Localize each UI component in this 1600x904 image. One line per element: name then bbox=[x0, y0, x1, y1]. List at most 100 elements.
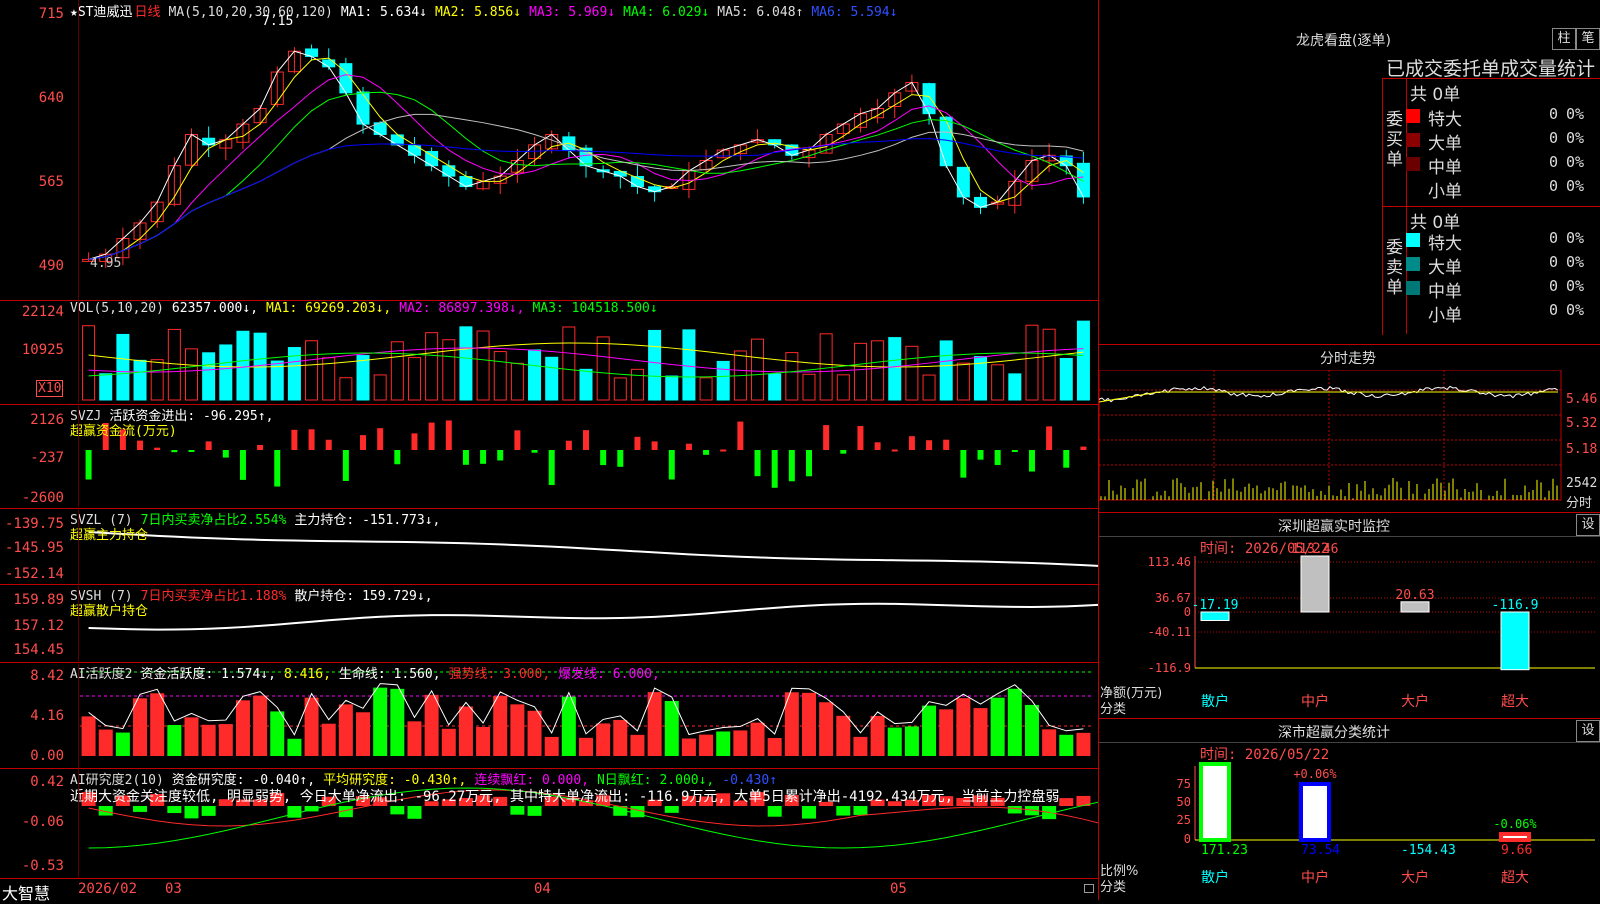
volume-bar bbox=[1025, 324, 1039, 401]
volume-bar bbox=[510, 362, 524, 401]
minute-tick: 5.46 bbox=[1566, 392, 1598, 407]
flow-bar bbox=[668, 450, 675, 480]
volume-bar bbox=[905, 345, 919, 401]
activity-bar bbox=[733, 730, 748, 756]
activity-bar bbox=[1007, 688, 1022, 756]
monitor-bar bbox=[1300, 555, 1330, 613]
research-bar bbox=[184, 806, 199, 819]
monitor-value-label: -116.9 bbox=[1492, 598, 1539, 613]
class-category: 超大 bbox=[1501, 870, 1529, 886]
row-pct: 0% bbox=[1566, 277, 1585, 295]
sell-swatch-icon bbox=[1406, 233, 1420, 247]
flow-bar bbox=[85, 450, 92, 480]
class-bar bbox=[1299, 782, 1331, 842]
kline-header: ★ST迪威迅 日线 MA(5,10,20,30,60,120) MA1: 5.634↓… bbox=[70, 1, 905, 20]
flow-bar bbox=[874, 442, 881, 450]
lock-icon[interactable] bbox=[1084, 884, 1094, 893]
candle-body bbox=[939, 116, 953, 167]
longhu-subtitle: 已成交委托单成交量统计 bbox=[1386, 58, 1596, 80]
bar-mode-button[interactable]: 柱 bbox=[1552, 28, 1576, 50]
stock-name[interactable]: ★ST迪威迅 bbox=[70, 5, 132, 20]
monitor-title: 深圳超赢实时监控 bbox=[1278, 519, 1390, 535]
vol-ma3: MA3: 104518.500↓ bbox=[532, 301, 658, 316]
svsh-tick: 154.45 bbox=[13, 642, 64, 658]
activity-bar bbox=[801, 692, 816, 756]
svsh-panel[interactable]: 159.89 157.12 154.45 SVSH (7) 7日内买卖净占比1.1… bbox=[0, 584, 1098, 663]
holding-line bbox=[88, 531, 1098, 567]
minute-chart[interactable] bbox=[1099, 370, 1600, 510]
volume-bar bbox=[356, 355, 370, 401]
flow-bar bbox=[908, 436, 915, 450]
ai1-tick: 4.16 bbox=[30, 708, 64, 724]
svzj-panel[interactable]: 2126 -237 -2600 SVZJ 活跃资金进出: -96.295↑, 超赢… bbox=[0, 404, 1098, 509]
svzj-tick: -237 bbox=[30, 450, 64, 466]
flow-bar bbox=[239, 450, 246, 480]
period-label[interactable]: 日线 bbox=[134, 5, 160, 20]
sell-swatch-icon bbox=[1406, 281, 1420, 295]
flow-bar bbox=[274, 450, 281, 487]
ai-activity-panel[interactable]: 8.42 4.16 0.00 AI活跃度2 资金活跃度: 1.574↓, 8.416… bbox=[0, 662, 1098, 769]
activity-bar bbox=[527, 710, 542, 756]
activity-bar bbox=[681, 738, 696, 756]
buy-swatch-icon bbox=[1406, 133, 1420, 147]
activity-bar bbox=[887, 727, 902, 756]
class-chart[interactable]: 75 50 25 0 +0.06% -0.06% 171.23 73.54 -154.43 9.6… bbox=[1099, 742, 1600, 900]
axis-divider bbox=[78, 0, 79, 878]
volume-bar bbox=[339, 377, 353, 401]
monitor-settings-button[interactable]: 设 bbox=[1576, 514, 1600, 536]
brand-label[interactable]: 大智慧 bbox=[2, 880, 50, 904]
svzl-value: 主力持仓: -151.773↓, bbox=[294, 513, 441, 528]
activity-bar bbox=[338, 704, 353, 756]
monitor-chart[interactable]: 113.46 36.670 -40.11 -116.9 -17.19 散户 113.46 中户… bbox=[1099, 536, 1600, 716]
volume-panel[interactable]: 22124 10925 X10 VOL(5,10,20) 62357.000↓, M… bbox=[0, 300, 1098, 405]
activity-bar bbox=[184, 717, 199, 756]
volume-bar bbox=[99, 373, 113, 401]
monitor-bar bbox=[1400, 601, 1430, 613]
ai1-burst: 爆发线: 6.000, bbox=[558, 667, 660, 682]
candle-body bbox=[922, 83, 936, 115]
flow-bar bbox=[154, 447, 161, 450]
activity-bar bbox=[613, 719, 628, 756]
volume-bar bbox=[219, 344, 233, 401]
flow-bar bbox=[960, 450, 967, 478]
volume-bar bbox=[476, 330, 490, 401]
flow-bar bbox=[137, 440, 144, 450]
activity-bar bbox=[235, 700, 250, 756]
kline-panel[interactable]: 715 640 565 490 ★ST迪威迅 日线 MA(5,10,20,30,60… bbox=[0, 0, 1098, 301]
ai-research-panel[interactable]: 0.42 -0.06 -0.53 AI研究度2(10) 资金研究度: -0.040… bbox=[0, 768, 1098, 878]
svzl-panel[interactable]: -139.75 -145.95 -152.14 SVZL (7) 7日内买卖净占比… bbox=[0, 508, 1098, 585]
row-label: 中单 bbox=[1428, 282, 1462, 302]
class-tick: 75 bbox=[1177, 777, 1191, 791]
svzl-pct: 7日内买卖净占比2.554% bbox=[140, 513, 287, 528]
activity-bar bbox=[750, 722, 765, 756]
volume-bar bbox=[202, 352, 216, 401]
minute-title: 分时走势 bbox=[1320, 351, 1376, 367]
flow-bar bbox=[428, 422, 435, 450]
class-settings-button[interactable]: 设 bbox=[1576, 720, 1600, 742]
vol-ma2: MA2: 86897.398↓, bbox=[399, 301, 525, 316]
ai2-tick: -0.06 bbox=[21, 814, 64, 830]
class-category: 大户 bbox=[1401, 869, 1429, 886]
volume-bar bbox=[768, 373, 782, 401]
research-bar bbox=[767, 806, 782, 817]
research-bar bbox=[287, 806, 302, 818]
kline-chart[interactable] bbox=[0, 0, 1098, 300]
footer-month-05: 05 bbox=[890, 881, 907, 897]
activity-bar bbox=[476, 726, 491, 756]
monitor-category: 中户 bbox=[1301, 693, 1329, 710]
activity-bar bbox=[767, 737, 782, 756]
svsh-tick: 159.89 bbox=[13, 592, 64, 608]
volume-bar bbox=[150, 359, 164, 401]
volume-bar bbox=[373, 374, 387, 401]
research-bar bbox=[510, 806, 525, 815]
volume-bar bbox=[562, 326, 576, 401]
flow-bar bbox=[205, 441, 212, 450]
activity-bar bbox=[424, 694, 439, 756]
class-bottom-label: 171.23 bbox=[1201, 843, 1248, 858]
row-count: 0 bbox=[1548, 105, 1558, 123]
volume-bar bbox=[1008, 373, 1022, 401]
volume-bar bbox=[665, 375, 679, 401]
footer-date: 2026/02 bbox=[78, 881, 138, 897]
tick-mode-button[interactable]: 笔 bbox=[1576, 28, 1600, 50]
volume-bar bbox=[184, 348, 198, 401]
